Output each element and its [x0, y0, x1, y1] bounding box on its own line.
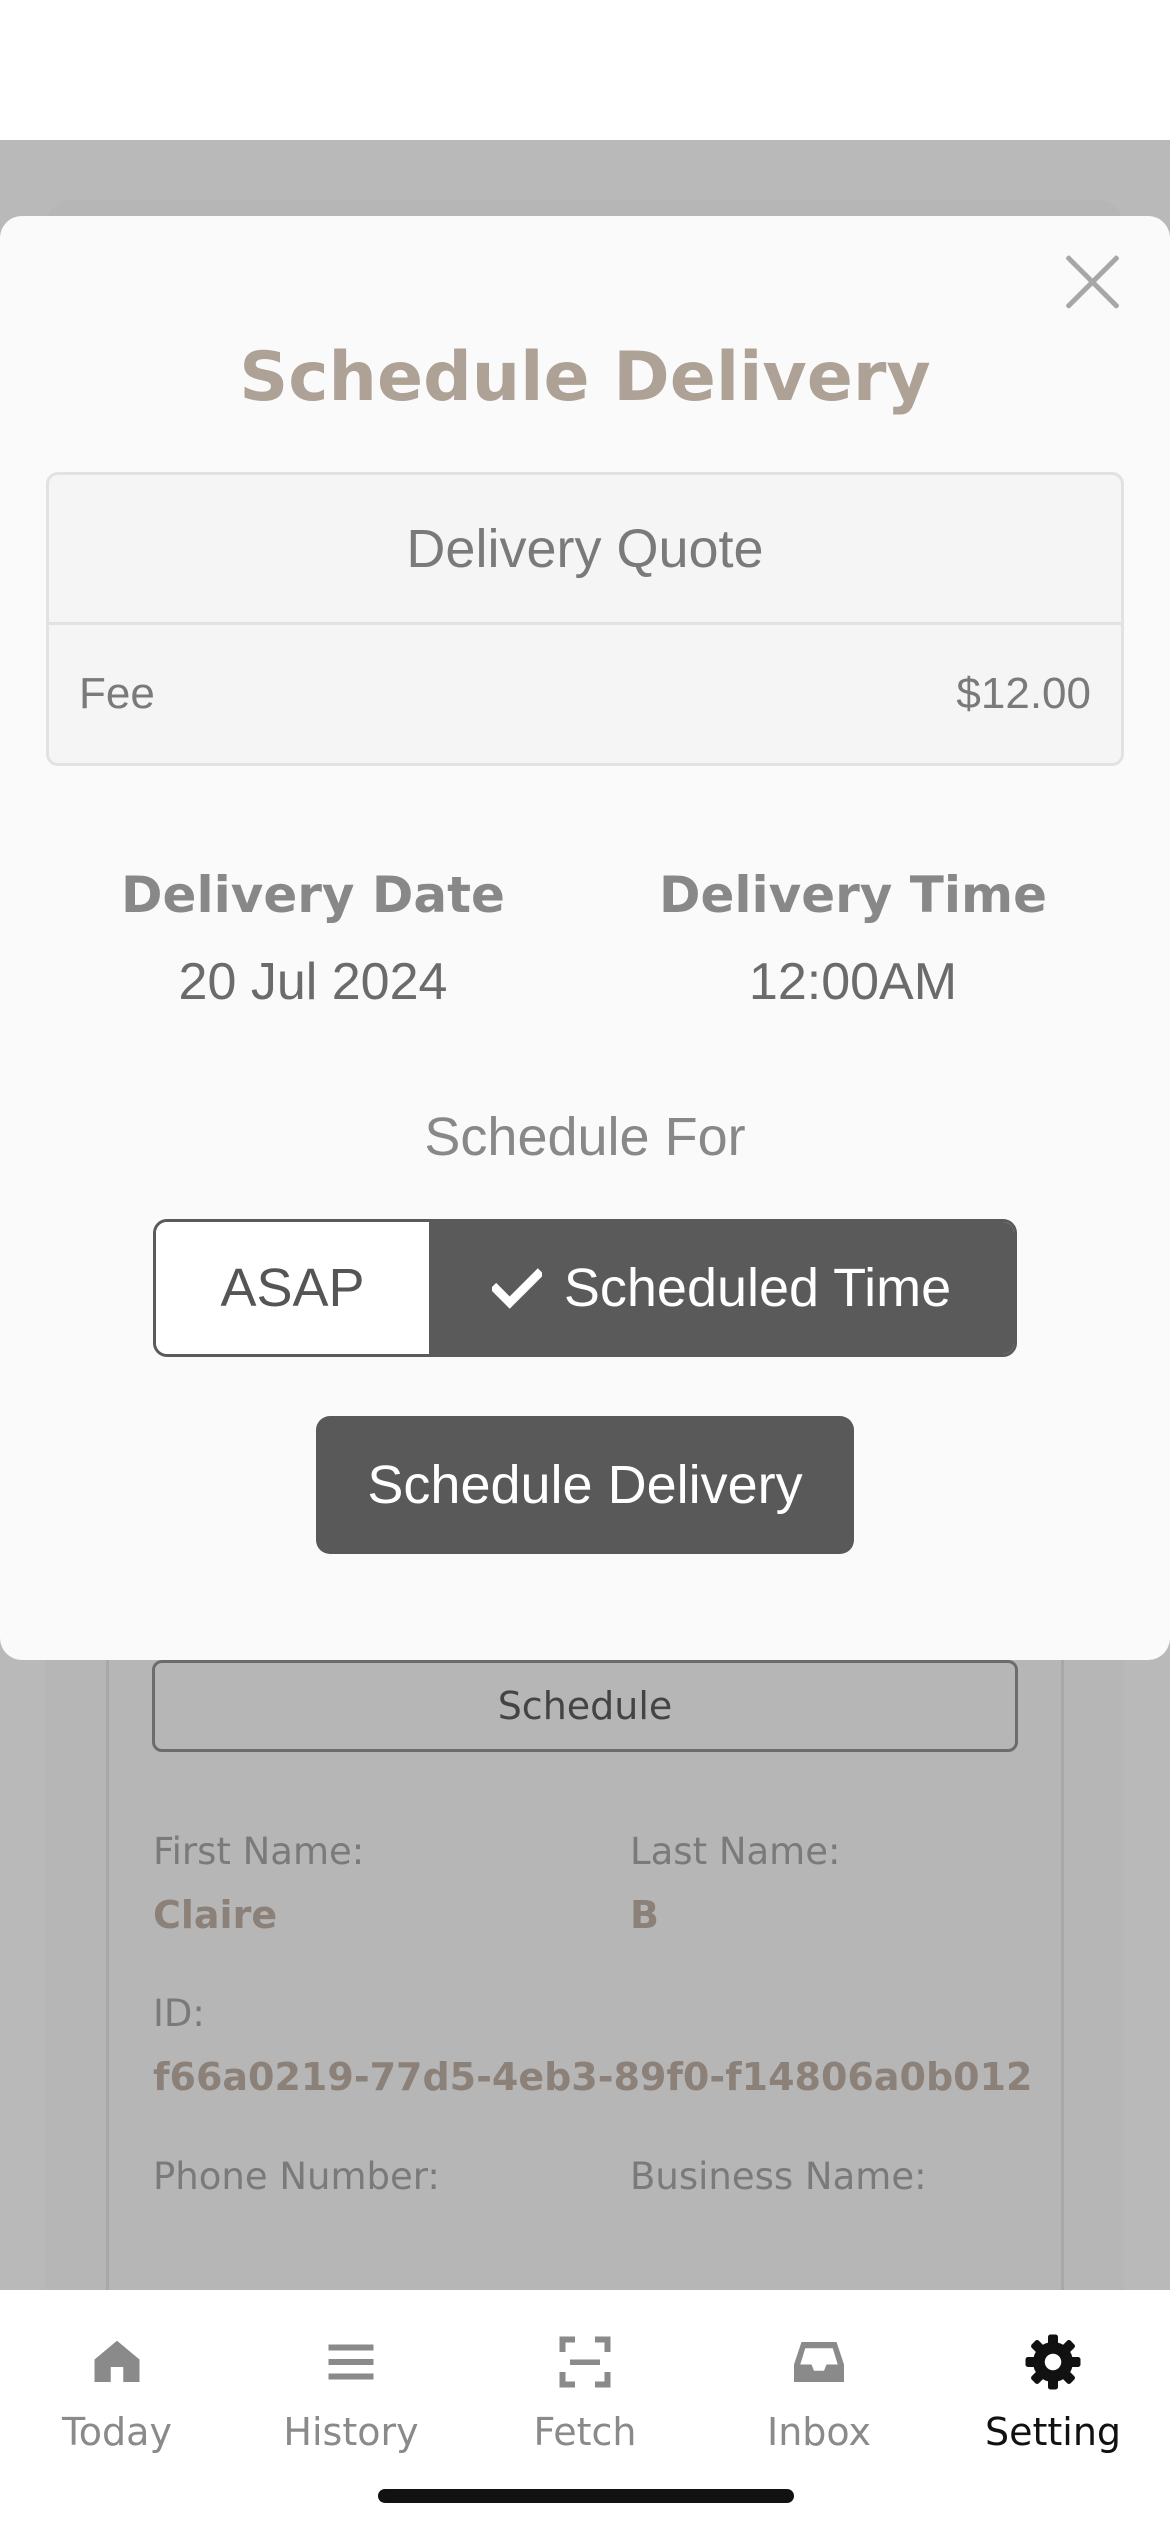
last-name-value: B [630, 1893, 659, 1937]
last-name-label: Last Name: [630, 1830, 841, 1873]
tab-inbox[interactable]: Inbox [702, 2332, 936, 2454]
first-name-value: Claire [153, 1893, 278, 1937]
fee-label: Fee [79, 669, 155, 718]
close-icon[interactable] [1062, 252, 1122, 312]
tab-setting-label: Setting [984, 2410, 1122, 2454]
tab-inbox-label: Inbox [767, 2410, 871, 2454]
scan-icon [559, 2336, 611, 2388]
tab-today[interactable]: Today [0, 2332, 234, 2454]
delivery-date-value[interactable]: 20 Jul 2024 [53, 952, 573, 1012]
tab-today-label: Today [62, 2410, 172, 2454]
schedule-delivery-button[interactable]: Schedule Delivery [316, 1416, 854, 1554]
checkmark-icon [491, 1268, 542, 1309]
list-icon [328, 2344, 374, 2380]
modal-title: Schedule Delivery [239, 338, 931, 417]
id-label: ID: [153, 1992, 205, 2035]
home-icon [94, 2340, 140, 2382]
background-schedule-button: Schedule [152, 1660, 1018, 1752]
schedule-delivery-modal: Schedule Delivery Delivery Quote Fee $12… [0, 216, 1170, 1660]
tab-setting[interactable]: Setting [936, 2332, 1170, 2454]
fee-value: $12.00 [956, 669, 1091, 718]
delivery-time-label: Delivery Time [658, 866, 1048, 924]
delivery-time-block: Delivery Time 12:00AM [593, 866, 1113, 1012]
schedule-for-label: Schedule For [424, 1107, 746, 1167]
schedule-option-toggle: ASAP Scheduled Time [153, 1219, 1017, 1357]
tab-history[interactable]: History [234, 2332, 468, 2454]
id-value: f66a0219-77d5-4eb3-89f0-f14806a0b012 [153, 2055, 1033, 2099]
delivery-date-block: Delivery Date 20 Jul 2024 [53, 866, 573, 1012]
scheduled-time-option[interactable]: Scheduled Time [429, 1222, 1014, 1354]
tab-fetch-label: Fetch [533, 2410, 637, 2454]
business-name-label: Business Name: [630, 2155, 927, 2198]
scheduled-time-label: Scheduled Time [563, 1258, 952, 1318]
first-name-label: First Name: [153, 1830, 365, 1873]
fee-row: Fee $12.00 [49, 625, 1121, 763]
delivery-quote-table: Delivery Quote Fee $12.00 [46, 472, 1124, 766]
delivery-time-value[interactable]: 12:00AM [593, 952, 1113, 1012]
gear-icon [1025, 2334, 1081, 2390]
tab-fetch[interactable]: Fetch [468, 2332, 702, 2454]
home-indicator [378, 2489, 794, 2503]
phone-number-label: Phone Number: [153, 2155, 440, 2198]
inbox-icon [794, 2342, 844, 2382]
status-bar [0, 0, 1170, 140]
asap-label: ASAP [220, 1258, 365, 1318]
delivery-quote-heading: Delivery Quote [49, 475, 1121, 625]
tab-history-label: History [283, 2410, 419, 2454]
asap-option[interactable]: ASAP [156, 1222, 429, 1354]
delivery-date-label: Delivery Date [121, 866, 505, 924]
